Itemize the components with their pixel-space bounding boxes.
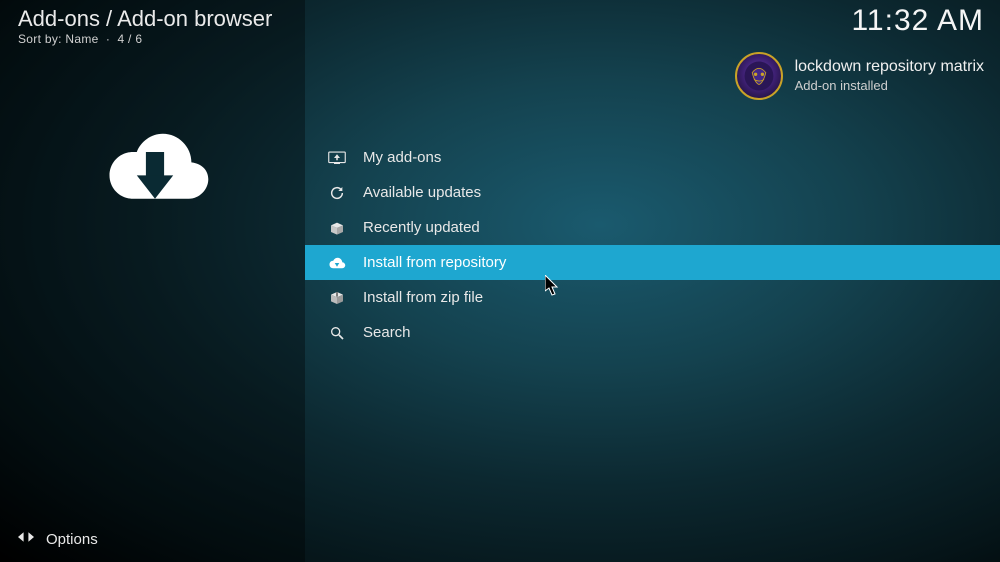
- options-arrows-icon: [18, 530, 34, 548]
- options-button[interactable]: Options: [18, 530, 98, 548]
- menu-item-install-from-repository[interactable]: Install from repository: [305, 245, 1000, 280]
- menu-item-my-addons[interactable]: My add-ons: [305, 140, 1000, 175]
- my-addons-icon: [323, 151, 351, 165]
- clock: 11:32 AM: [851, 4, 984, 38]
- options-label: Options: [46, 531, 98, 548]
- menu-item-available-updates[interactable]: Available updates: [305, 175, 1000, 210]
- notification-title: lockdown repository matrix: [795, 57, 984, 78]
- list-position: 4 / 6: [117, 32, 142, 46]
- menu-item-label: Search: [363, 324, 411, 341]
- menu-item-search[interactable]: Search: [305, 315, 1000, 350]
- breadcrumb: Add-ons / Add-on browser: [18, 6, 272, 32]
- addons-cloud-download-icon: [90, 100, 220, 230]
- menu-item-label: Install from repository: [363, 254, 506, 271]
- notification-subtitle: Add-on installed: [795, 78, 984, 95]
- repository-badge-icon: [735, 52, 783, 100]
- sort-indicator: Sort by: Name · 4 / 6: [18, 32, 142, 46]
- refresh-icon: [323, 185, 351, 201]
- notification-text: lockdown repository matrix Add-on instal…: [795, 57, 984, 95]
- sidebar-panel: [0, 0, 305, 562]
- notification-toast: lockdown repository matrix Add-on instal…: [735, 52, 984, 100]
- menu-item-label: Recently updated: [363, 219, 480, 236]
- sort-label: Sort by:: [18, 32, 62, 46]
- menu-item-recently-updated[interactable]: Recently updated: [305, 210, 1000, 245]
- cloud-download-icon: [323, 256, 351, 270]
- zip-file-icon: [323, 290, 351, 306]
- menu-item-label: Install from zip file: [363, 289, 483, 306]
- menu-item-label: Available updates: [363, 184, 481, 201]
- box-open-icon: [323, 220, 351, 236]
- sort-value: Name: [65, 32, 98, 46]
- addon-browser-menu: My add-ons Available updates Recently up…: [305, 140, 1000, 350]
- menu-item-label: My add-ons: [363, 149, 441, 166]
- menu-item-install-from-zip[interactable]: Install from zip file: [305, 280, 1000, 315]
- search-icon: [323, 325, 351, 341]
